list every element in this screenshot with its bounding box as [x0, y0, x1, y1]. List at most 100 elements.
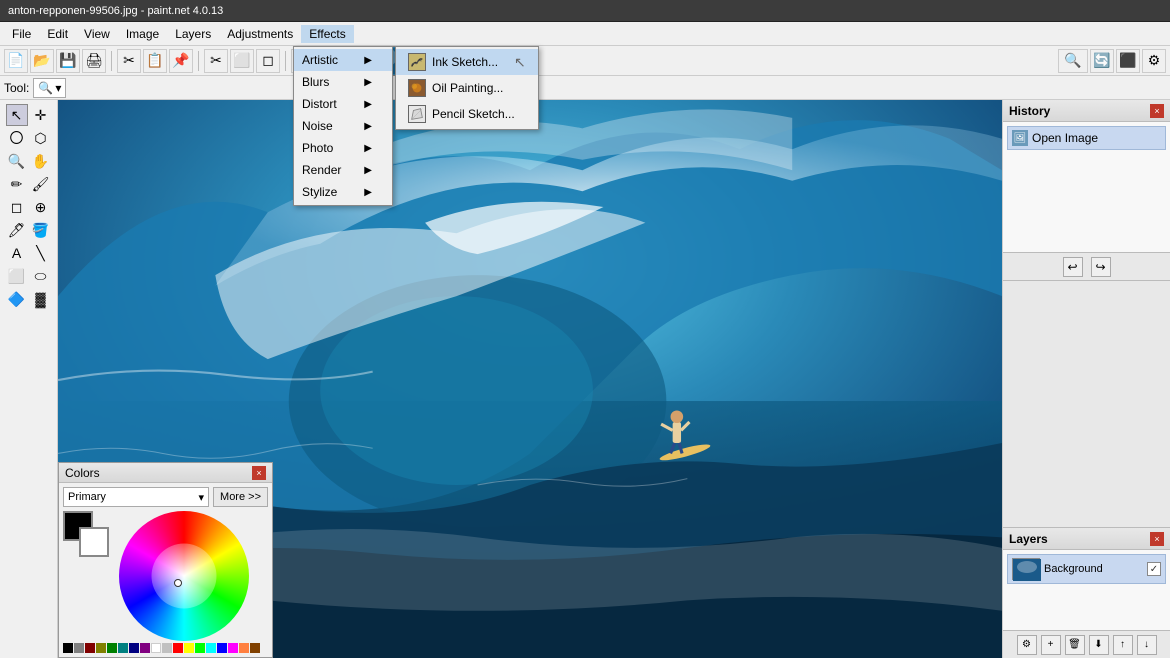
tool-text[interactable]: A: [6, 242, 28, 264]
menu-adjustments[interactable]: Adjustments: [219, 25, 301, 43]
menu-file[interactable]: File: [4, 25, 39, 43]
deselect-button[interactable]: ◻: [256, 49, 280, 73]
tool-gradient[interactable]: ▓: [30, 288, 52, 310]
zoom-out-button[interactable]: 🔍: [1058, 49, 1088, 73]
effects-menu-item-noise[interactable]: Noise ▶: [294, 115, 392, 137]
swatch-olive[interactable]: [96, 643, 106, 653]
layer-visibility-checkbox[interactable]: ✓: [1147, 562, 1161, 576]
tool-dropdown[interactable]: 🔍 ▾: [33, 78, 66, 98]
effects-noise-arrow: ▶: [364, 121, 372, 132]
tool-pan[interactable]: ✋: [30, 150, 52, 172]
effects-menu-item-photo[interactable]: Photo ▶: [294, 137, 392, 159]
swatch-dark-red[interactable]: [85, 643, 95, 653]
tool-line[interactable]: ╲: [30, 242, 52, 264]
refresh-button[interactable]: 🔄: [1090, 49, 1114, 73]
layers-close-button[interactable]: ×: [1150, 532, 1164, 546]
effects-menu-item-artistic[interactable]: Artistic ▶: [294, 49, 392, 71]
effects-artistic-label: Artistic: [302, 53, 338, 67]
secondary-color-swatch[interactable]: [79, 527, 109, 557]
colors-dropdown-arrow: ▾: [199, 491, 205, 504]
menu-image[interactable]: Image: [118, 25, 167, 43]
layer-thumbnail: [1012, 558, 1040, 580]
colors-panel: Colors × Primary ▾ More >>: [58, 462, 273, 658]
layer-item[interactable]: Background ✓: [1007, 554, 1166, 584]
swatch-lime[interactable]: [195, 643, 205, 653]
effects-menu-item-blurs[interactable]: Blurs ▶: [294, 71, 392, 93]
artistic-submenu-ink-sketch[interactable]: Ink Sketch... ↖: [396, 49, 538, 75]
tools-row-3: 🔍 ✋: [6, 150, 52, 172]
copy-button[interactable]: 📋: [143, 49, 167, 73]
cut-button[interactable]: ✂: [117, 49, 141, 73]
tool-label: Tool:: [4, 81, 29, 95]
tool-brush[interactable]: 🖌: [30, 173, 52, 195]
swatch-magenta[interactable]: [228, 643, 238, 653]
colors-close-button[interactable]: ×: [252, 466, 266, 480]
menu-edit[interactable]: Edit: [39, 25, 76, 43]
oil-painting-label: Oil Painting...: [432, 81, 503, 95]
print-button[interactable]: 🖨: [82, 49, 106, 73]
tool-move[interactable]: ✛: [30, 104, 52, 126]
menu-layers[interactable]: Layers: [167, 25, 219, 43]
tool-eraser[interactable]: ◻: [6, 196, 28, 218]
swatch-yellow[interactable]: [184, 643, 194, 653]
tool-select[interactable]: ↖: [6, 104, 28, 126]
menu-effects[interactable]: Effects: [301, 25, 353, 43]
primary-secondary-colors: [63, 511, 109, 557]
swatch-teal[interactable]: [118, 643, 128, 653]
fit-button[interactable]: ⬛: [1116, 49, 1140, 73]
layer-merge-button[interactable]: ⬇: [1089, 635, 1109, 655]
effects-distort-arrow: ▶: [364, 99, 372, 110]
tool-pencil[interactable]: ✏: [6, 173, 28, 195]
swatch-black[interactable]: [63, 643, 73, 653]
swatch-dark-blue[interactable]: [129, 643, 139, 653]
swatch-red[interactable]: [173, 643, 183, 653]
tool-rect[interactable]: ⬜: [6, 265, 28, 287]
tools-row-2: 〇 ⬡: [6, 127, 52, 149]
tool-ellipse-select[interactable]: ⬡: [30, 127, 52, 149]
colors-type-dropdown[interactable]: Primary ▾: [63, 487, 209, 507]
menu-view[interactable]: View: [76, 25, 118, 43]
effects-render-arrow: ▶: [364, 165, 372, 176]
swatch-orange[interactable]: [239, 643, 249, 653]
crop-button[interactable]: ✂: [204, 49, 228, 73]
save-button[interactable]: 💾: [56, 49, 80, 73]
artistic-submenu-pencil-sketch[interactable]: Pencil Sketch...: [396, 101, 538, 127]
history-undo-button[interactable]: ↩: [1063, 257, 1083, 277]
swatch-brown[interactable]: [250, 643, 260, 653]
layer-properties-button[interactable]: ⚙: [1017, 635, 1037, 655]
swatch-purple[interactable]: [140, 643, 150, 653]
select-all-button[interactable]: ⬜: [230, 49, 254, 73]
layer-move-down-button[interactable]: ↓: [1137, 635, 1157, 655]
swatch-gray[interactable]: [74, 643, 84, 653]
paste-button[interactable]: 📌: [169, 49, 193, 73]
colors-more-button[interactable]: More >>: [213, 487, 268, 507]
effects-menu-item-render[interactable]: Render ▶: [294, 159, 392, 181]
tool-fill[interactable]: 🪣: [30, 219, 52, 241]
history-close-button[interactable]: ×: [1150, 104, 1164, 118]
effects-stylize-arrow: ▶: [364, 187, 372, 198]
swatch-dark-green[interactable]: [107, 643, 117, 653]
swatch-silver[interactable]: [162, 643, 172, 653]
swatch-white[interactable]: [151, 643, 161, 653]
tool-freeform[interactable]: 🔷: [6, 288, 28, 310]
open-button[interactable]: 📂: [30, 49, 54, 73]
layers-panel-header: Layers ×: [1003, 528, 1170, 550]
history-item[interactable]: 🖼 Open Image: [1007, 126, 1166, 150]
artistic-submenu-oil-painting[interactable]: Oil Painting...: [396, 75, 538, 101]
tool-stamp[interactable]: ⊕: [30, 196, 52, 218]
effects-menu-item-distort[interactable]: Distort ▶: [294, 93, 392, 115]
swatch-cyan[interactable]: [206, 643, 216, 653]
layer-delete-button[interactable]: 🗑: [1065, 635, 1085, 655]
effects-menu-item-stylize[interactable]: Stylize ▶: [294, 181, 392, 203]
tool-lasso[interactable]: 〇: [6, 127, 28, 149]
history-redo-button[interactable]: ↪: [1091, 257, 1111, 277]
layer-move-up-button[interactable]: ↑: [1113, 635, 1133, 655]
tool-ellipse[interactable]: ⬭: [30, 265, 52, 287]
tool-zoom[interactable]: 🔍: [6, 150, 28, 172]
swatch-blue[interactable]: [217, 643, 227, 653]
adjust-button[interactable]: ⚙: [1142, 49, 1166, 73]
new-button[interactable]: 📄: [4, 49, 28, 73]
layer-add-button[interactable]: +: [1041, 635, 1061, 655]
tool-recolor[interactable]: 🖊: [6, 219, 28, 241]
color-wheel[interactable]: [119, 511, 249, 641]
